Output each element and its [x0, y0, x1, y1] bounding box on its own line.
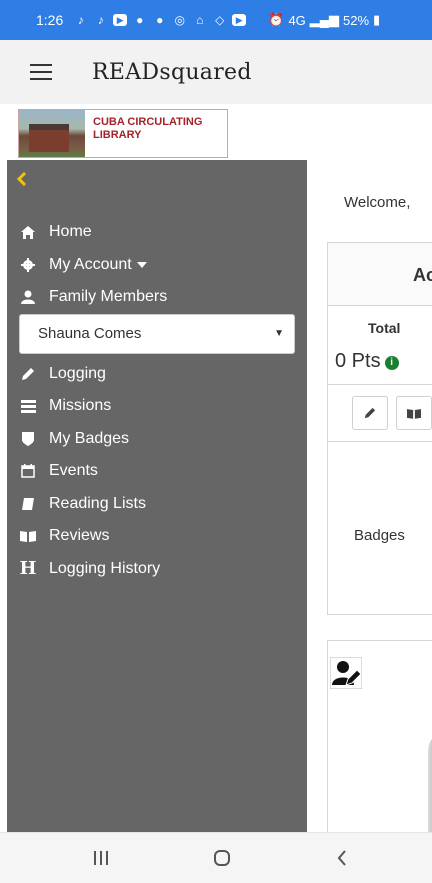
sidebar-item-reading-lists[interactable]: Reading Lists	[7, 488, 307, 521]
youtube-icon: ▶	[113, 14, 128, 26]
profile-photo	[428, 731, 432, 832]
library-banner: CUBA CIRCULATING LIBRARY	[0, 104, 432, 160]
recent-apps-icon[interactable]	[81, 845, 121, 871]
welcome-text: Welcome,	[344, 194, 411, 211]
sidebar-item-label: Missions	[49, 397, 112, 415]
h-icon: H	[19, 558, 37, 580]
sidebar-item-logging[interactable]: Logging	[7, 358, 307, 391]
family-member-selected: Shauna Comes	[38, 325, 142, 342]
points-text: 0 Pts	[335, 350, 381, 372]
home-button-icon[interactable]	[202, 845, 242, 871]
network-label: 4G	[288, 12, 306, 28]
pencil-icon	[19, 366, 37, 382]
alarm-icon: ⏰	[268, 12, 285, 27]
missions-icon	[19, 398, 37, 414]
shield-app-icon: ◇	[215, 13, 225, 27]
app-bar: READsquared	[0, 40, 432, 105]
status-time: 1:26	[36, 12, 64, 28]
system-nav-bar	[0, 832, 432, 883]
select-arrow-icon: ▼	[274, 328, 284, 339]
library-photo	[19, 110, 85, 157]
edit-avatar-icon[interactable]	[330, 657, 362, 689]
messenger-icon: ●	[156, 13, 164, 27]
sidebar-item-home[interactable]: Home	[7, 216, 307, 249]
home-app-icon: ⌂	[196, 13, 204, 27]
card-header: Ac	[328, 243, 432, 306]
sidebar-item-reviews[interactable]: Reviews	[7, 520, 307, 553]
chevron-left-icon[interactable]	[15, 172, 29, 186]
status-bar: 1:26 ♪ ♪ ▶ ● ● ◎ ⌂ ◇ ▶ ⏰ 4G ▂▄▆ 52% ▮	[0, 0, 432, 40]
sidebar-item-missions[interactable]: Missions	[7, 390, 307, 423]
library-name-line2: LIBRARY	[93, 129, 142, 141]
hamburger-menu-icon[interactable]	[30, 64, 52, 80]
tiktok-icon: ♪	[97, 13, 104, 27]
youtube-icon: ▶	[232, 14, 247, 26]
sidebar-item-label: Reading Lists	[49, 494, 146, 512]
reviews-button[interactable]	[396, 396, 432, 430]
total-label: Total	[368, 320, 401, 336]
sidebar-item-my-account[interactable]: My Account	[7, 249, 307, 282]
badges-label: Badges	[354, 527, 405, 544]
open-book-icon	[19, 528, 37, 544]
sidebar-menu: Home My Account Family Members Shauna Co…	[7, 216, 307, 585]
sidebar-item-label: Logging	[49, 364, 106, 382]
profile-card	[327, 640, 432, 832]
activity-card: Ac Total 0 Pts i Badges	[327, 242, 432, 615]
book-icon	[19, 496, 37, 512]
log-pencil-button[interactable]	[352, 396, 388, 430]
badges-area: Badges	[328, 442, 432, 612]
tiktok-icon: ♪	[77, 13, 84, 27]
open-book-icon	[407, 408, 421, 419]
battery-icon: ▮	[373, 12, 381, 27]
card-title: Ac	[413, 265, 432, 285]
sidebar-item-label: Family Members	[49, 288, 168, 306]
pencil-icon	[364, 407, 376, 419]
calendar-icon	[19, 463, 37, 479]
card-actions	[328, 385, 432, 442]
sidebar-item-label: Logging History	[49, 559, 161, 577]
sidebar-item-label: Home	[49, 223, 92, 241]
gear-icon	[19, 257, 37, 273]
sidebar-item-family-members[interactable]: Family Members	[7, 281, 307, 314]
messenger-icon: ●	[136, 13, 144, 27]
sidebar-item-my-badges[interactable]: My Badges	[7, 423, 307, 456]
sidebar-item-label: My Account	[49, 255, 132, 273]
sidebar-item-logging-history[interactable]: H Logging History	[7, 553, 307, 586]
points-value: 0 Pts i	[335, 350, 399, 373]
back-icon[interactable]	[322, 845, 362, 871]
library-logo[interactable]: CUBA CIRCULATING LIBRARY	[18, 109, 228, 158]
battery-percent: 52%	[343, 12, 370, 28]
instagram-icon: ◎	[174, 13, 185, 27]
sidebar-item-label: Reviews	[49, 527, 110, 545]
signal-icon: ▂▄▆	[309, 12, 339, 27]
user-icon	[19, 289, 37, 305]
total-row: Total	[328, 306, 432, 346]
sidebar-item-label: Events	[49, 462, 98, 480]
sidebar: Home My Account Family Members Shauna Co…	[7, 160, 307, 832]
points-row: 0 Pts i	[328, 346, 432, 385]
badge-icon	[19, 431, 37, 447]
family-member-select[interactable]: Shauna Comes ▼	[19, 313, 295, 354]
library-name-line1: CUBA CIRCULATING	[93, 116, 203, 128]
app-title: READsquared	[92, 59, 252, 85]
sidebar-item-label: My Badges	[49, 429, 130, 447]
home-icon	[19, 224, 37, 240]
system-indicators: ⏰ 4G ▂▄▆ 52% ▮	[268, 12, 380, 28]
info-icon[interactable]: i	[384, 356, 399, 370]
notification-icons: ♪ ♪ ▶ ● ● ◎ ⌂ ◇ ▶	[73, 13, 247, 28]
caret-down-icon	[136, 261, 147, 268]
main-content: Welcome, Ac Total 0 Pts i Badges	[307, 160, 432, 832]
sidebar-item-events[interactable]: Events	[7, 455, 307, 488]
